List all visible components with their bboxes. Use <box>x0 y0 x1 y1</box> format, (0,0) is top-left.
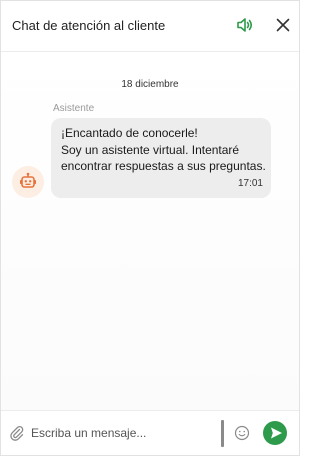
paperclip-icon <box>10 425 24 441</box>
message-composer <box>1 410 299 455</box>
chat-title: Chat de atención al cliente <box>12 18 166 33</box>
sound-toggle-button[interactable] <box>235 15 255 35</box>
send-icon <box>271 427 282 439</box>
message-input[interactable] <box>31 422 211 444</box>
chat-header: Chat de atención al cliente <box>1 1 299 52</box>
smiley-icon <box>234 425 250 441</box>
attach-button[interactable] <box>9 425 25 441</box>
robot-icon <box>20 172 36 188</box>
sender-name: Asistente <box>53 103 95 114</box>
close-button[interactable] <box>273 15 293 35</box>
input-cursor-divider <box>221 420 224 447</box>
message-line: encontrar respuestas a sus preguntas. <box>61 159 266 173</box>
send-button[interactable] <box>263 421 287 445</box>
message-line: ¡Encantado de conocerle! <box>61 126 198 140</box>
close-icon <box>276 18 290 32</box>
message-line: Soy un asistente virtual. Intentaré <box>61 142 240 157</box>
message-timestamp: 17:01 <box>237 177 263 189</box>
emoji-button[interactable] <box>234 425 250 441</box>
avatar <box>12 166 44 198</box>
date-separator: 18 diciembre <box>121 79 179 90</box>
message-bubble: ¡Encantado de conocerle! Soy un asistent… <box>51 118 271 198</box>
chat-widget: Chat de atención al cliente 18 diciembre… <box>0 0 300 456</box>
speaker-volume-icon <box>237 18 253 32</box>
message-list: 18 diciembre Asistente ¡Encantado de con… <box>1 52 299 412</box>
